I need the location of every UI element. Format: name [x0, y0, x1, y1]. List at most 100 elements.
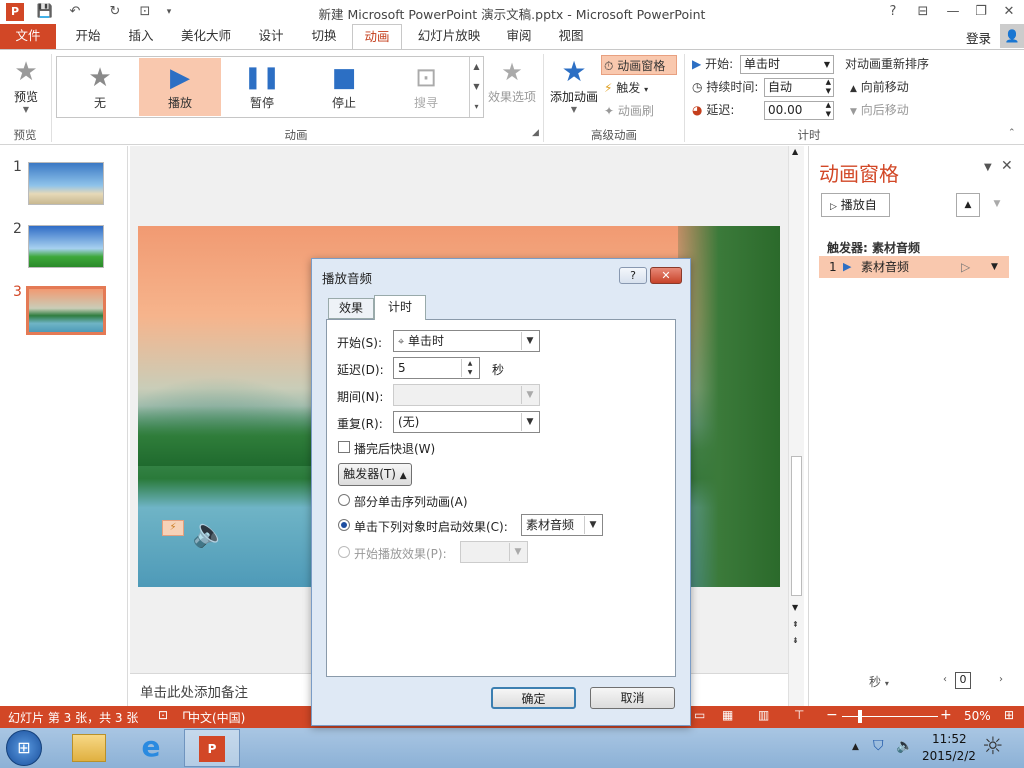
timing-duration-input[interactable]: 自动 ▲ ▼ — [764, 78, 834, 97]
spinner-icon[interactable]: ▲ ▼ — [826, 78, 831, 96]
help-button[interactable]: ? — [880, 2, 906, 22]
ribbon-display-icon[interactable]: ⊟ — [910, 2, 936, 22]
slide-thumbnail-3[interactable] — [26, 286, 106, 335]
repeat-select[interactable]: (无) ▼ — [393, 411, 540, 433]
collapse-ribbon-icon[interactable]: ⌃ — [1008, 128, 1016, 138]
prev-slide-icon[interactable]: ⇞ — [792, 620, 799, 629]
file-explorer-icon[interactable] — [72, 734, 106, 762]
move-up-button[interactable]: ▲ — [956, 193, 980, 217]
gallery-item-play[interactable]: ▶ 播放 — [139, 58, 221, 116]
add-animation-button[interactable]: ★ 添加动画 ▼ — [548, 56, 600, 120]
security-icon[interactable]: ⛉ — [873, 738, 884, 754]
zoom-in-icon[interactable]: + — [940, 707, 952, 723]
timeline-right-icon[interactable]: › — [999, 674, 1003, 685]
vertical-scrollbar[interactable]: ▲ ▼ ⇞ ⇟ — [788, 146, 804, 706]
powerpoint-taskbar-icon[interactable]: P — [184, 729, 240, 767]
zoom-slider[interactable] — [842, 716, 938, 717]
clock-time[interactable]: 11:52 — [932, 732, 967, 746]
dialog-launcher-icon[interactable]: ◢ — [532, 128, 539, 138]
tab-view[interactable]: 视图 — [546, 24, 596, 50]
gallery-item-seek[interactable]: ⊡ 搜寻 — [385, 58, 467, 116]
timeline-left-icon[interactable]: ‹ — [943, 674, 947, 685]
dialog-close-button[interactable]: ✕ — [650, 267, 682, 284]
spellcheck-icon[interactable]: ⊡ — [158, 708, 168, 722]
weather-icon[interactable]: ☼ — [982, 732, 1004, 760]
scroll-up-icon[interactable]: ▲ — [792, 147, 798, 156]
next-slide-icon[interactable]: ⇟ — [792, 636, 799, 645]
trigger-lightning-icon[interactable]: ⚡ — [162, 520, 184, 536]
internet-explorer-icon[interactable]: e — [134, 731, 168, 765]
play-from-button[interactable]: ▷ 播放自 — [821, 193, 890, 217]
gallery-item-stop[interactable]: ■ 停止 — [303, 58, 385, 116]
tab-review[interactable]: 审阅 — [494, 24, 544, 50]
move-earlier-button[interactable]: ▲ 向前移动 — [850, 77, 909, 97]
rewind-checkbox[interactable] — [338, 441, 350, 453]
move-down-button[interactable]: ▼ — [985, 193, 1009, 217]
ok-button[interactable]: 确定 — [491, 687, 576, 709]
tab-home[interactable]: 开始 — [62, 24, 114, 50]
restore-icon[interactable]: ❐ — [968, 2, 994, 22]
move-later-button[interactable]: ▼ 向后移动 — [850, 100, 909, 120]
tab-design[interactable]: 设计 — [246, 24, 296, 50]
scroll-thumb[interactable] — [791, 456, 802, 596]
close-icon[interactable]: ✕ — [996, 2, 1022, 22]
zoom-level[interactable]: 50% — [964, 709, 991, 723]
zoom-slider-thumb[interactable] — [858, 710, 862, 723]
zoom-out-icon[interactable]: − — [826, 707, 838, 723]
volume-icon[interactable]: 🔈 — [896, 738, 913, 754]
dialog-help-button[interactable]: ? — [619, 267, 647, 284]
tab-file[interactable]: 文件 — [0, 24, 56, 50]
fit-slide-icon[interactable]: ⊞ — [1004, 708, 1014, 722]
delay-input[interactable]: 5 ▲ ▼ — [393, 357, 480, 379]
tab-insert[interactable]: 插入 — [116, 24, 166, 50]
avatar[interactable]: 👤 — [1000, 24, 1024, 48]
normal-view-icon[interactable]: ▭ — [694, 708, 705, 722]
click-object-select[interactable]: 素材音频 ▼ — [521, 514, 603, 536]
tab-slideshow[interactable]: 幻灯片放映 — [408, 24, 490, 50]
login-link[interactable]: 登录 — [966, 28, 991, 47]
slideshow-view-icon[interactable]: ⊤ — [794, 708, 804, 722]
tab-beautify[interactable]: 美化大师 — [170, 24, 242, 50]
seconds-dropdown[interactable]: 秒 ▾ — [869, 673, 889, 690]
speaker-icon[interactable]: 🔈 — [192, 516, 227, 549]
chevron-down-icon[interactable]: ▼ — [991, 256, 998, 278]
start-select[interactable]: ⌖ 单击时 ▼ — [393, 330, 540, 352]
trigger-button[interactable]: ⚡ 触发 ▾ — [604, 78, 664, 98]
spinner-icon[interactable]: ▲ ▼ — [826, 101, 831, 119]
effect-options-button[interactable]: ★ 效果选项 — [486, 56, 538, 120]
language-label[interactable]: 中文(中国) — [188, 709, 245, 726]
tab-effect[interactable]: 效果 — [328, 298, 374, 319]
timing-delay-input[interactable]: 00.00 ▲ ▼ — [764, 101, 834, 120]
tab-animations[interactable]: 动画 — [352, 24, 402, 51]
animation-list-item[interactable]: 1 ▶ 素材音频 ▷ ▼ — [819, 256, 1009, 278]
click-object-radio[interactable] — [338, 519, 350, 531]
slide-thumbnail-1[interactable] — [28, 162, 104, 205]
start-button[interactable]: ⊞ — [6, 730, 42, 766]
trigger-toggle-button[interactable]: 触发器(T) ▲ — [338, 463, 412, 486]
sequence-radio[interactable] — [338, 494, 350, 506]
tab-transitions[interactable]: 切换 — [298, 24, 350, 50]
slide-sorter-icon[interactable]: ▦ — [722, 708, 733, 722]
preview-button[interactable]: ★ 预览 ▼ — [6, 56, 46, 120]
spinner-icon[interactable]: ▲ ▼ — [461, 359, 478, 377]
gallery-item-none[interactable]: ★ 无 — [59, 58, 141, 116]
chevron-down-icon[interactable]: ▼ — [521, 413, 538, 431]
scroll-down-icon[interactable]: ▼ — [792, 603, 798, 612]
animation-painter-button[interactable]: ✦ 动画刷 — [604, 101, 664, 121]
pane-close-icon[interactable]: ✕ — [1001, 158, 1013, 174]
chevron-down-icon[interactable]: ▼ — [521, 332, 538, 350]
minimize-icon[interactable]: — — [940, 2, 966, 22]
chevron-down-icon[interactable]: ▼ — [584, 516, 601, 534]
slide-thumbnail-2[interactable] — [28, 225, 104, 268]
animation-pane-button[interactable]: ⏱ 动画窗格 — [601, 55, 677, 75]
gallery-item-pause[interactable]: ❚❚ 暂停 — [221, 58, 303, 116]
gallery-scroll[interactable]: ▲ ▼ ▾ — [469, 57, 483, 117]
timing-start-select[interactable]: 单击时 ▼ — [740, 55, 834, 74]
cancel-button[interactable]: 取消 — [590, 687, 675, 709]
tray-arrow-icon[interactable]: ▲ — [852, 742, 859, 752]
clock-date[interactable]: 2015/2/2 — [922, 749, 976, 763]
pane-options-icon[interactable]: ▼ — [984, 162, 992, 173]
reading-view-icon[interactable]: ▥ — [758, 708, 769, 722]
tab-timing[interactable]: 计时 — [374, 295, 426, 320]
timeline-zoom-box[interactable]: 0 — [955, 672, 971, 689]
